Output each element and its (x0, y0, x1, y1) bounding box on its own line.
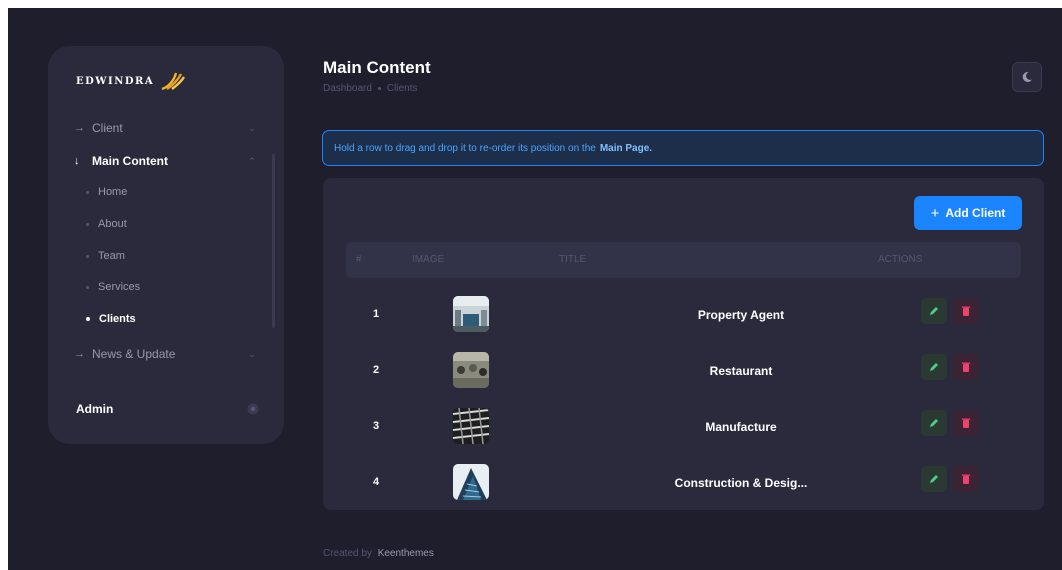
footer-link[interactable]: Keenthemes (378, 548, 434, 559)
row-title: Construction & Desig... (674, 476, 808, 490)
bullet-icon (86, 222, 89, 226)
arrow-right-icon: → (74, 122, 85, 134)
client-thumbnail (453, 408, 489, 444)
pencil-icon (930, 363, 938, 371)
sidebar-subitem-about[interactable]: About (86, 215, 127, 233)
sidebar-subitem-label: Services (98, 281, 141, 293)
plus-icon: + (930, 204, 940, 222)
sidebar-subitem-clients[interactable]: Clients (86, 310, 136, 328)
edit-button[interactable] (921, 466, 947, 492)
trash-icon (962, 362, 970, 372)
bullet-icon (86, 285, 89, 289)
breadcrumb-item-clients: Clients (386, 83, 418, 94)
trash-icon (962, 418, 970, 428)
row-title: Restaurant (709, 364, 773, 378)
sidebar-item-client[interactable]: → Client ⌄ (74, 118, 258, 138)
sidebar-item-main-content[interactable]: ↓ Main Content ⌃ (74, 151, 258, 171)
trash-icon (962, 306, 970, 316)
sidebar: EDWINDRA → Client ⌄ ↓ Main Content ⌃ Hom… (48, 46, 284, 444)
footer-prefix: Created by (323, 548, 372, 559)
pencil-icon (930, 475, 938, 483)
add-client-label: Add Client (945, 206, 1006, 220)
chevron-up-icon: ⌃ (248, 155, 256, 166)
add-client-button[interactable]: + Add Client (914, 196, 1022, 230)
theme-toggle-button[interactable] (1012, 62, 1042, 92)
breadcrumb-item-dashboard[interactable]: Dashboard (323, 83, 372, 94)
page-title: Main Content (323, 58, 431, 77)
edit-button[interactable] (921, 298, 947, 324)
moon-icon (1022, 71, 1032, 82)
edit-button[interactable] (921, 410, 947, 436)
pencil-icon (930, 307, 938, 315)
client-thumbnail (453, 352, 489, 388)
table-row[interactable]: 2 Restaurant (346, 344, 1021, 400)
sidebar-subitem-label: Home (98, 186, 128, 198)
delete-button[interactable] (953, 466, 979, 492)
clients-card: + Add Client # IMAGE TITLE ACTIONS 1 Pro… (323, 178, 1044, 510)
table-row[interactable]: 4 Construction & Desig... (346, 456, 1021, 512)
chevron-down-icon: ⌄ (248, 122, 256, 133)
brand[interactable]: EDWINDRA (76, 71, 186, 91)
pencil-icon (930, 419, 938, 427)
breadcrumb-separator (377, 87, 381, 90)
edit-button[interactable] (921, 354, 947, 380)
sidebar-item-label: News & Update (92, 347, 176, 361)
gear-icon[interactable] (246, 402, 260, 416)
office-photo-icon (453, 296, 489, 332)
row-title: Property Agent (697, 308, 785, 322)
chevron-down-icon: ⌄ (248, 348, 256, 359)
row-number: 3 (373, 420, 380, 432)
info-notice: Hold a row to drag and drop it to re-ord… (322, 130, 1044, 166)
sidebar-subitem-team[interactable]: Team (86, 247, 125, 265)
arrow-right-icon: → (74, 348, 85, 360)
notice-text: Hold a row to drag and drop it to re-ord… (334, 142, 596, 154)
row-title: Manufacture (705, 420, 777, 434)
table-row[interactable]: 1 Property Agent (346, 288, 1021, 344)
bullet-icon (86, 254, 89, 258)
bullet-icon (86, 317, 90, 321)
restaurant-photo-icon (453, 352, 489, 388)
table-row[interactable]: 3 Manufacture (346, 400, 1021, 456)
building-photo-icon (453, 464, 489, 500)
table-header: # IMAGE TITLE ACTIONS (346, 242, 1021, 278)
column-header-actions: ACTIONS (878, 254, 923, 265)
sidebar-subitem-label: Clients (99, 313, 136, 325)
arrow-down-icon: ↓ (74, 155, 80, 167)
wheat-logo-icon (161, 72, 186, 91)
bullet-icon (86, 190, 89, 194)
brand-name: EDWINDRA (76, 75, 155, 87)
sidebar-subitem-label: Team (98, 250, 125, 262)
notice-link[interactable]: Main Page. (600, 143, 652, 154)
sidebar-subitem-home[interactable]: Home (86, 183, 127, 201)
footer: Created by Keenthemes (323, 548, 434, 559)
delete-button[interactable] (953, 298, 979, 324)
sidebar-item-label: Client (92, 121, 123, 135)
sidebar-subitem-services[interactable]: Services (86, 278, 140, 296)
app-window: EDWINDRA → Client ⌄ ↓ Main Content ⌃ Hom… (8, 8, 1062, 570)
sidebar-subitem-label: About (98, 218, 127, 230)
delete-button[interactable] (953, 410, 979, 436)
row-number: 2 (373, 364, 380, 376)
column-header-image: IMAGE (412, 254, 445, 265)
column-header-number: # (356, 254, 362, 265)
client-thumbnail (453, 296, 489, 332)
column-header-title: TITLE (559, 254, 587, 265)
sidebar-item-label: Main Content (92, 154, 168, 168)
admin-label[interactable]: Admin (76, 402, 113, 416)
delete-button[interactable] (953, 354, 979, 380)
sidebar-item-news-update[interactable]: → News & Update ⌄ (74, 344, 258, 364)
client-thumbnail (453, 464, 489, 500)
row-number: 1 (373, 308, 380, 320)
trash-icon (962, 474, 970, 484)
sidebar-scrollbar[interactable] (272, 154, 275, 328)
breadcrumb: Dashboard Clients (323, 83, 418, 94)
row-number: 4 (373, 476, 380, 488)
factory-photo-icon (453, 408, 489, 444)
